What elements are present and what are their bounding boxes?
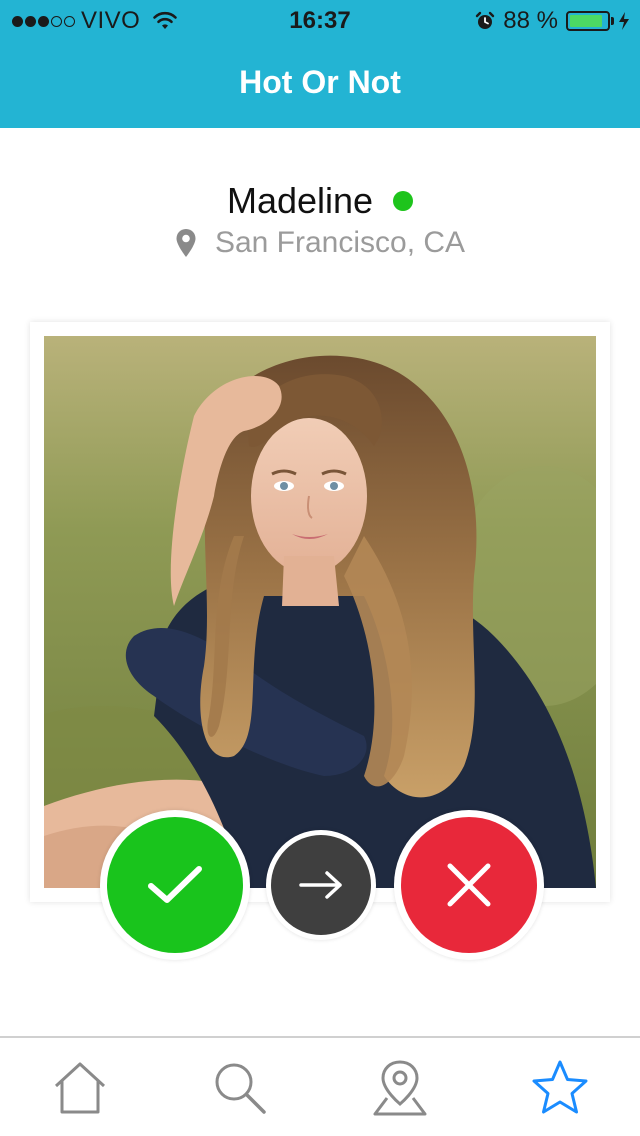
location-pin-icon	[176, 229, 196, 257]
battery-percentage: 88 %	[503, 7, 558, 34]
profile-location: San Francisco, CA	[214, 226, 466, 259]
online-status-indicator	[393, 191, 414, 211]
page-title: Hot Or Not	[239, 64, 401, 100]
nope-button-circle	[401, 817, 537, 953]
profile-photo-image	[44, 336, 596, 888]
battery-icon	[566, 11, 614, 31]
checkmark-icon	[148, 866, 202, 903]
alarm-clock-icon	[476, 11, 495, 29]
header-bar: VIVO 16:37 88 % Hot Or Not	[0, 0, 640, 128]
skip-button[interactable]	[266, 830, 376, 940]
tab-favorites[interactable]	[520, 1048, 600, 1128]
status-right: 88 %	[475, 7, 630, 35]
bottom-tab-bar	[0, 1036, 640, 1136]
tab-map[interactable]	[360, 1048, 440, 1128]
tab-home[interactable]	[40, 1048, 120, 1128]
search-icon	[215, 1063, 266, 1114]
like-button-circle	[107, 817, 243, 953]
profile-name: Madeline	[226, 180, 374, 221]
charging-bolt-icon	[619, 12, 629, 30]
map-pin-icon	[373, 1060, 427, 1116]
star-icon	[532, 1060, 588, 1114]
like-button[interactable]	[100, 810, 250, 960]
tab-search[interactable]	[200, 1048, 280, 1128]
nope-button[interactable]	[394, 810, 544, 960]
home-icon	[54, 1062, 106, 1114]
status-bar: VIVO 16:37 88 %	[0, 0, 640, 40]
skip-button-circle	[271, 835, 371, 935]
profile-photo	[44, 336, 596, 888]
arrow-right-icon	[299, 871, 342, 899]
app-screen: VIVO 16:37 88 % Hot Or Not Madeline San …	[0, 0, 640, 1136]
profile-photo-card[interactable]	[30, 322, 610, 902]
close-icon	[447, 863, 491, 907]
profile-location-row: San Francisco, CA	[0, 226, 640, 260]
profile-name-row: Madeline	[0, 180, 640, 222]
